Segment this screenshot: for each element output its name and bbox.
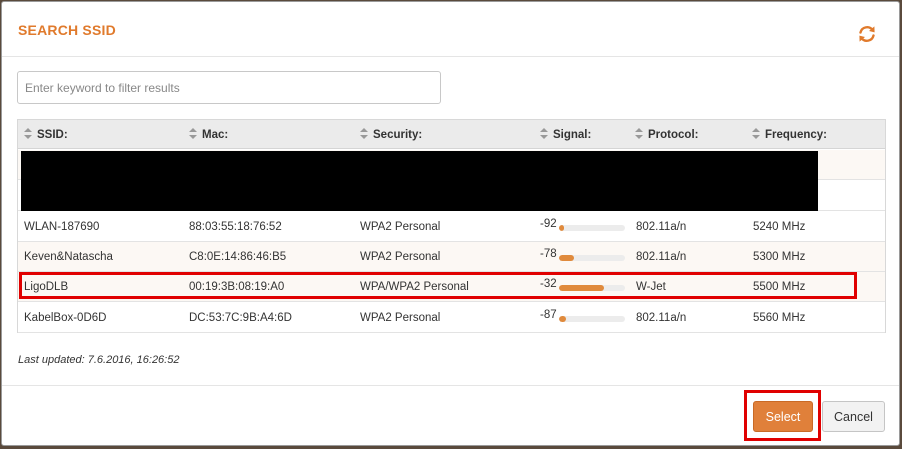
- cell-protocol: 802.11a/n: [636, 221, 687, 233]
- column-header-ssid[interactable]: SSID:: [24, 128, 68, 141]
- column-header-frequency[interactable]: Frequency:: [752, 128, 827, 141]
- table-header: SSID: Mac: Security: Signal: Protocol: F…: [18, 120, 885, 149]
- cell-ssid: KabelBox-0D6D: [24, 312, 107, 324]
- cell-frequency: 5500 MHz: [753, 281, 806, 293]
- cell-frequency: 5560 MHz: [753, 312, 806, 324]
- table-row[interactable]: KabelBox-0D6D DC:53:7C:9B:A4:6D WPA2 Per…: [18, 303, 885, 333]
- sort-icon: [752, 128, 760, 139]
- signal-bar: [559, 285, 625, 291]
- cell-mac: C8:0E:14:86:46:B5: [189, 251, 287, 263]
- select-button[interactable]: Select: [753, 401, 813, 432]
- cell-protocol: W-Jet: [636, 281, 666, 293]
- cell-protocol: 802.11a/n: [636, 312, 687, 324]
- cell-ssid: Keven&Natascha: [24, 251, 113, 263]
- signal-bar: [559, 316, 625, 322]
- cell-mac: DC:53:7C:9B:A4:6D: [189, 312, 292, 324]
- sort-icon: [360, 128, 368, 139]
- cell-security: WPA2 Personal: [360, 251, 441, 263]
- cell-security: WPA2 Personal: [360, 312, 441, 324]
- dialog-header: SEARCH SSID: [2, 2, 899, 57]
- footer-divider: [2, 385, 899, 386]
- signal-bar-fill: [559, 285, 604, 291]
- signal-bar-fill: [559, 316, 566, 322]
- redaction-block: [21, 151, 818, 211]
- cell-security: WPA/WPA2 Personal: [360, 281, 469, 293]
- column-header-mac[interactable]: Mac:: [189, 128, 228, 141]
- signal-bar: [559, 255, 625, 261]
- cell-mac: 00:19:3B:08:19:A0: [189, 281, 285, 293]
- cell-mac: 88:03:55:18:76:52: [189, 221, 282, 233]
- search-ssid-dialog: SEARCH SSID SSID: Mac: Security: Signal:…: [1, 1, 900, 446]
- column-header-signal[interactable]: Signal:: [540, 128, 591, 141]
- column-header-security[interactable]: Security:: [360, 128, 422, 141]
- column-header-protocol[interactable]: Protocol:: [635, 128, 698, 141]
- ssid-table: SSID: Mac: Security: Signal: Protocol: F…: [17, 119, 886, 333]
- filter-input[interactable]: [17, 71, 441, 104]
- table-row-selected[interactable]: LigoDLB 00:19:3B:08:19:A0 WPA/WPA2 Perso…: [18, 272, 885, 302]
- cell-signal-value: -32: [540, 278, 557, 290]
- table-row[interactable]: Keven&Natascha C8:0E:14:86:46:B5 WPA2 Pe…: [18, 242, 885, 272]
- cell-ssid: WLAN-187690: [24, 221, 100, 233]
- cell-signal-value: -87: [540, 309, 557, 321]
- signal-bar-fill: [559, 255, 574, 261]
- cancel-button[interactable]: Cancel: [822, 401, 885, 432]
- table-row[interactable]: WLAN-187690 88:03:55:18:76:52 WPA2 Perso…: [18, 212, 885, 242]
- sort-icon: [24, 128, 32, 139]
- cell-frequency: 5240 MHz: [753, 221, 806, 233]
- sort-icon: [189, 128, 197, 139]
- sort-icon: [540, 128, 548, 139]
- dialog-title: SEARCH SSID: [18, 22, 116, 38]
- last-updated-text: Last updated: 7.6.2016, 16:26:52: [18, 354, 180, 366]
- cell-signal-value: -92: [540, 218, 557, 230]
- signal-bar-fill: [559, 225, 565, 231]
- cell-security: WPA2 Personal: [360, 221, 441, 233]
- sort-icon: [635, 128, 643, 139]
- cell-protocol: 802.11a/n: [636, 251, 687, 263]
- cell-frequency: 5300 MHz: [753, 251, 806, 263]
- signal-bar: [559, 225, 625, 231]
- cell-ssid: LigoDLB: [24, 281, 69, 293]
- refresh-icon[interactable]: [857, 24, 877, 44]
- cell-signal-value: -78: [540, 248, 557, 260]
